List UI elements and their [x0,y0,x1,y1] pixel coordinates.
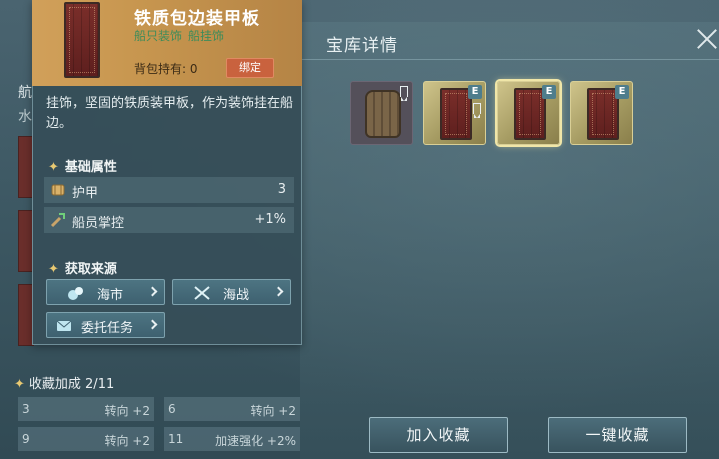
crew-control-icon [50,213,65,228]
item-slot-plate-3[interactable]: E [570,81,633,145]
treasury-title: 宝库详情 [326,36,398,56]
close-icon[interactable] [696,28,718,50]
bind-badge: 绑定 [226,58,274,78]
source-commission-button[interactable]: 委托任务 [46,312,165,338]
item-name: 铁质包边装甲板 [134,9,260,29]
armor-plate-icon [64,2,100,78]
bookmark-icon [400,86,408,101]
item-slot-plate-2[interactable]: E [497,81,560,145]
source-market-button[interactable]: 海市 [46,279,165,305]
item-tag: 船只装饰 [134,29,183,43]
bonus-cell: 3 转向 +2 [18,397,154,421]
bonus-cell: 6 转向 +2 [164,397,300,421]
item-image [36,0,126,82]
attribute-row: 船员掌控 +1% [44,207,294,233]
collect-all-button[interactable]: 一键收藏 [548,417,687,453]
bonus-cell: 11 加速强化 +2% [164,427,300,451]
chevron-right-icon [273,286,284,297]
left-heading: 航 [18,85,32,101]
equip-badge: E [468,85,482,99]
attribute-row: 护甲 3 [44,177,294,203]
item-slot-barrel[interactable] [350,81,413,145]
bookmark-icon [473,103,481,118]
equip-badge: E [615,85,629,99]
item-tags: 船只装饰 船挂饰 [134,27,230,44]
star-icon: ✦ [48,262,59,277]
collection-bonus-title: ✦ 收藏加成 2/11 [14,377,115,392]
item-slot-plate-1[interactable]: E [423,81,486,145]
left-subheading: 水 [18,109,32,125]
bonus-cell: 9 转向 +2 [18,427,154,451]
star-icon: ✦ [14,377,25,392]
item-description: 挂饰，坚固的铁质装甲板，作为装饰挂在船边。 [46,96,294,131]
armor-icon [51,184,65,196]
sources-section-title: ✦ 获取来源 [48,262,117,277]
attributes-section-title: ✦ 基础属性 [48,160,117,175]
source-battle-button[interactable]: 海战 [172,279,291,305]
inventory-count: 背包持有: 0 [134,62,198,76]
barrel-icon [365,90,401,138]
star-icon: ✦ [48,160,59,175]
chevron-right-icon [147,286,158,297]
crossed-swords-icon [194,286,210,300]
item-tag: 船挂饰 [188,29,225,43]
commission-icon [56,320,72,331]
add-to-collection-button[interactable]: 加入收藏 [369,417,508,453]
market-icon [68,287,83,300]
equip-badge: E [542,85,556,99]
chevron-right-icon [147,319,158,330]
